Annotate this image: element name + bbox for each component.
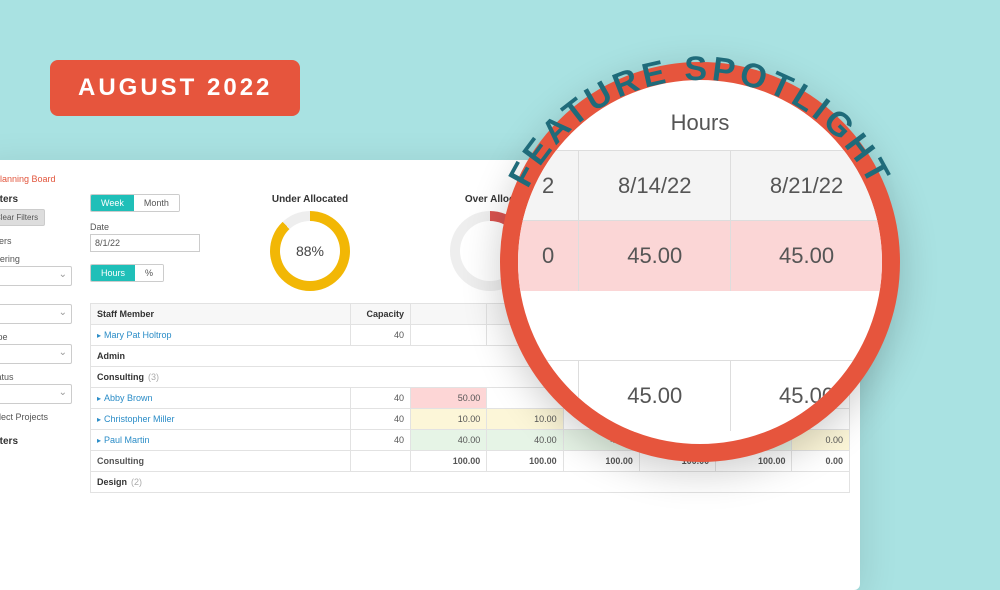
under-allocated-donut: 88% bbox=[270, 211, 350, 291]
mag-cell: 0 bbox=[518, 221, 578, 291]
group-design[interactable]: Design(2) bbox=[91, 472, 850, 493]
staff-link[interactable]: Paul Martin bbox=[104, 435, 150, 445]
staff-link[interactable]: Mary Pat Holtrop bbox=[104, 330, 172, 340]
date-input[interactable] bbox=[90, 234, 200, 252]
week-option[interactable]: Week bbox=[91, 195, 134, 211]
sidebar-label-status: Status bbox=[0, 372, 72, 382]
sidebar-label-offering: Offering bbox=[0, 254, 72, 264]
mag-cell bbox=[518, 361, 578, 431]
sidebar-label-type: Type bbox=[0, 332, 72, 342]
mag-cell: 45.00 bbox=[578, 361, 730, 431]
mag-col-partial: 2 bbox=[518, 151, 578, 221]
staff-link[interactable]: Abby Brown bbox=[104, 393, 153, 403]
chevron-right-icon: ▸ bbox=[97, 436, 101, 445]
month-option[interactable]: Month bbox=[134, 195, 179, 211]
controls-left: Week Month Date Hours % bbox=[90, 194, 200, 282]
offering-select[interactable] bbox=[0, 266, 72, 286]
type-select[interactable] bbox=[0, 344, 72, 364]
mag-cell: 45.00 bbox=[730, 221, 882, 291]
sidebar-label-projects: Select Projects bbox=[0, 412, 72, 422]
period-toggle[interactable]: Week Month bbox=[90, 194, 180, 212]
select-2[interactable] bbox=[0, 304, 72, 324]
sidebar-label-footer: Filters bbox=[0, 436, 72, 447]
units-toggle[interactable]: Hours % bbox=[90, 264, 164, 282]
mag-col-date2: 8/21/22 bbox=[730, 151, 882, 221]
date-label: Date bbox=[90, 222, 200, 232]
under-allocated-block: Under Allocated 88% bbox=[240, 194, 380, 291]
under-allocated-title: Under Allocated bbox=[240, 194, 380, 205]
date-badge: AUGUST 2022 bbox=[50, 60, 300, 116]
chevron-right-icon: ▸ bbox=[97, 331, 101, 340]
mag-data-row: 45.00 45.00 bbox=[518, 360, 882, 431]
mag-data-row: 0 45.00 45.00 bbox=[518, 220, 882, 291]
mag-cell: 45.00 bbox=[578, 221, 730, 291]
mag-cell: 45.00 bbox=[730, 361, 882, 431]
hours-option[interactable]: Hours bbox=[91, 265, 135, 281]
mag-hours-label: Hours bbox=[518, 110, 882, 136]
chevron-right-icon: ▸ bbox=[97, 415, 101, 424]
status-select[interactable] bbox=[0, 384, 72, 404]
col-staff: Staff Member bbox=[91, 304, 351, 325]
mag-col-date1: 8/14/22 bbox=[578, 151, 730, 221]
sidebar: Filters Clear Filters Users Offering Typ… bbox=[0, 190, 80, 459]
capacity-cell: 40 bbox=[351, 325, 411, 346]
clear-filters-button[interactable]: Clear Filters bbox=[0, 209, 45, 226]
col-capacity: Capacity bbox=[351, 304, 411, 325]
sidebar-label-users: Users bbox=[0, 236, 72, 246]
filters-title: Filters bbox=[0, 194, 72, 205]
magnifier: Hours 2 8/14/22 8/21/22 0 45.00 45.00 45… bbox=[500, 62, 900, 462]
mag-header-row: 2 8/14/22 8/21/22 bbox=[518, 150, 882, 221]
under-allocated-value: 88% bbox=[296, 243, 324, 259]
percent-option[interactable]: % bbox=[135, 265, 163, 281]
staff-link[interactable]: Christopher Miller bbox=[104, 414, 175, 424]
chevron-right-icon: ▸ bbox=[97, 394, 101, 403]
